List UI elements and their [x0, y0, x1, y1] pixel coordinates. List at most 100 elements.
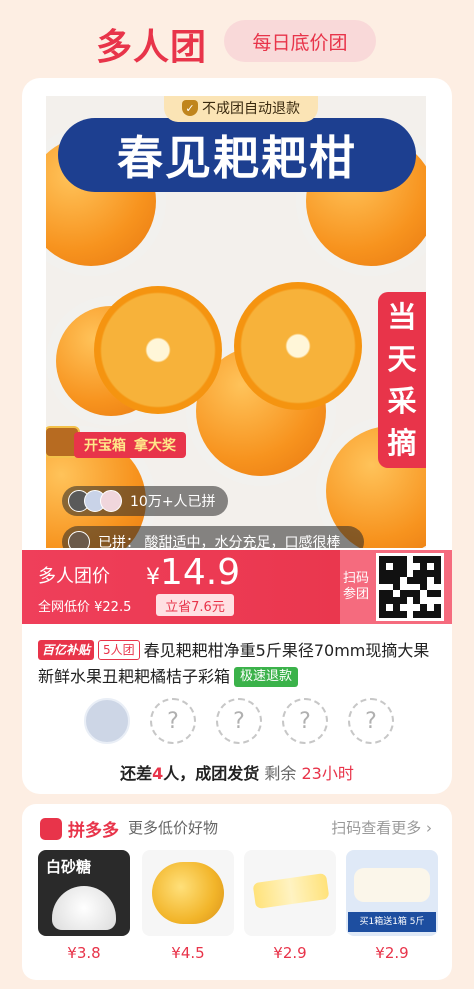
- qr-code-icon: [376, 553, 444, 621]
- remaining-label: 剩余: [264, 764, 297, 783]
- qr-module: [406, 611, 414, 618]
- qr-module: [420, 562, 428, 570]
- qr-module: [427, 576, 435, 584]
- daily-low-price-button[interactable]: 每日底价团: [224, 20, 376, 62]
- qr-label: 扫码参团: [342, 571, 369, 602]
- joined-count-pill: 10万+人已拼: [62, 486, 228, 516]
- qr-module: [392, 576, 400, 584]
- original-price: 全网低价 ¥22.5: [38, 600, 132, 615]
- bun-image: [354, 868, 430, 902]
- qr-module: [392, 562, 400, 570]
- scan-more-label: 扫码查看更多: [331, 819, 422, 837]
- qr-module: [406, 604, 414, 612]
- qr-module: [406, 556, 414, 563]
- qr-module: [406, 590, 414, 598]
- product-image[interactable]: ✓ 不成团自动退款 春见耙耙柑 当 天 采 摘 开宝箱 拿大奖 10万+人已拼 …: [46, 96, 426, 548]
- qr-module: [379, 583, 386, 591]
- recommend-card: 拼多多 更多低价好物 扫码查看更多 › 白砂糖 ¥3.8 ¥4.5 ¥2.9 买…: [22, 804, 452, 980]
- qr-module: [379, 597, 386, 605]
- qr-module: [427, 597, 435, 605]
- qr-module: [399, 556, 407, 563]
- subsidy-badge: 百亿补贴: [38, 640, 95, 660]
- product-price: ¥2.9: [273, 944, 307, 962]
- qr-module: [392, 604, 400, 612]
- qr-module: [420, 556, 428, 563]
- qr-module: [413, 597, 421, 605]
- chevron-right-icon: ›: [426, 819, 432, 837]
- empty-member-slot: ?: [216, 698, 262, 744]
- qr-module: [399, 604, 407, 612]
- qr-module: [392, 569, 400, 577]
- remaining-time: 23小时: [301, 764, 354, 783]
- qr-module: [413, 583, 421, 591]
- qr-module: [385, 590, 393, 598]
- qr-module: [413, 604, 421, 612]
- savings-badge: 立省7.6元: [156, 594, 234, 616]
- pinduoduo-logo-icon: [40, 818, 62, 840]
- scan-more-link[interactable]: 扫码查看更多 ›: [331, 817, 432, 838]
- qr-module: [399, 569, 407, 577]
- more-low-price-label: 更多低价好物: [128, 819, 219, 837]
- qr-module: [385, 556, 393, 563]
- qr-module: [420, 597, 428, 605]
- candied-fruit-image: [152, 862, 224, 924]
- qr-module: [399, 576, 407, 584]
- treasure-prize-label: 拿大奖: [134, 438, 176, 454]
- qr-module: [392, 597, 400, 605]
- product-thumb-candied-fruit[interactable]: [142, 850, 234, 936]
- qr-module: [379, 590, 386, 598]
- treasure-chest-banner[interactable]: 开宝箱 拿大奖: [46, 426, 194, 460]
- qr-module: [379, 611, 386, 618]
- qr-module: [420, 604, 428, 612]
- group-price: ¥14.9: [146, 552, 240, 593]
- qr-module: [406, 597, 414, 605]
- members-needed-count: 4: [152, 764, 164, 783]
- qr-module: [406, 583, 414, 591]
- qr-module: [379, 576, 386, 584]
- qr-module: [406, 569, 414, 577]
- qr-module: [399, 562, 407, 570]
- qr-module: [406, 562, 414, 570]
- header: 多人团 每日底价团: [0, 0, 474, 80]
- app-logo: 多人团: [96, 27, 208, 68]
- group-members: ? ? ? ?: [84, 698, 414, 752]
- qr-module: [434, 590, 441, 598]
- qr-module: [399, 611, 407, 618]
- qr-module: [399, 597, 407, 605]
- refund-tag-label: 不成团自动退款: [202, 101, 300, 117]
- price-value: 14.9: [160, 552, 241, 593]
- fresh-picked-tag: 当 天 采 摘: [378, 292, 426, 468]
- qr-module: [392, 590, 400, 598]
- qr-module: [392, 556, 400, 563]
- vertical-tag-char: 当: [387, 300, 417, 334]
- product-title-banner: 春见耙耙柑: [58, 118, 416, 192]
- product-price: ¥2.9: [375, 944, 409, 962]
- group-status: 还差4人，成团发货 剩余 23小时: [22, 760, 452, 784]
- vertical-tag-char: 摘: [387, 426, 417, 460]
- join-group-qr[interactable]: 扫码参团: [340, 550, 452, 624]
- product-thumb-snack[interactable]: [244, 850, 336, 936]
- qr-module: [434, 611, 441, 618]
- status-prefix: 还差: [120, 764, 153, 783]
- qr-module: [427, 569, 435, 577]
- product-thumb-sugar[interactable]: 白砂糖: [38, 850, 130, 936]
- refund-tag: ✓ 不成团自动退款: [164, 96, 318, 122]
- qr-module: [399, 583, 407, 591]
- qr-module: [406, 576, 414, 584]
- qr-module: [427, 604, 435, 612]
- snack-bar-image: [252, 872, 330, 910]
- shield-check-icon: ✓: [182, 100, 198, 116]
- status-suffix: 人，成团发货: [163, 764, 260, 783]
- qr-module: [434, 604, 441, 612]
- qr-module: [392, 611, 400, 618]
- reviewer-avatar: [68, 531, 90, 548]
- qr-module: [427, 611, 435, 618]
- bun-promo-label: 买1箱送1箱 5斤: [348, 912, 436, 932]
- product-thumb-bun[interactable]: 买1箱送1箱 5斤: [346, 850, 438, 936]
- vertical-tag-char: 采: [387, 384, 417, 418]
- treasure-open-label: 开宝箱: [84, 438, 126, 454]
- review-pill: 已拼： 酸甜适中，水分充足，口感很棒: [62, 526, 364, 548]
- member-avatar: [84, 698, 130, 744]
- qr-module: [420, 583, 428, 591]
- qr-module: [413, 562, 421, 570]
